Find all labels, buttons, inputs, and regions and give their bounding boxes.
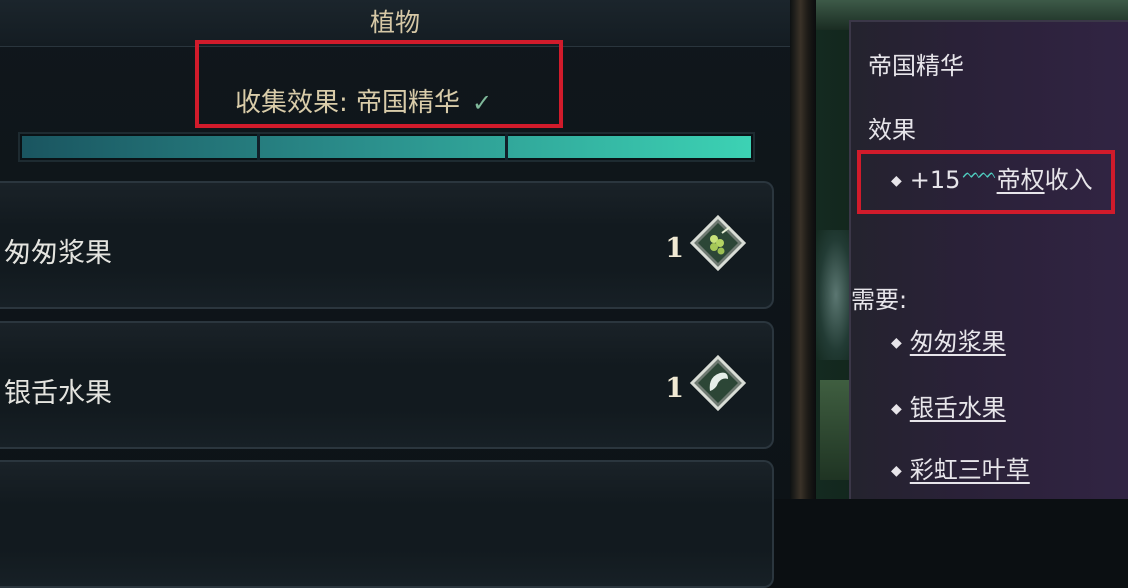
tooltip-effect-heading: 效果 [868,116,916,144]
list-item-hurried-berry[interactable]: 匆匆浆果 1 [0,181,774,309]
silvertongue-gem-icon [689,354,747,412]
tooltip-title: 帝国精华 [868,52,964,80]
plants-panel: 植物 收集效果: 帝国精华 ✓ 匆匆浆果 1 银舌水果 1 [0,0,790,588]
list-item[interactable] [0,460,774,588]
item-count: 1 [665,233,684,264]
highlight-box-collect-effect [195,40,563,128]
panel-divider [790,0,816,499]
tooltip-imperial-essence: 帝国精华 效果 ◆ +15 ᨓᨓ帝权收入 需要: ◆ 匆匆浆果 ◆ 银舌水果 ◆ 彩虹三叶… [849,20,1128,499]
highlight-box-effect [857,150,1115,214]
background-foliage [820,380,850,480]
collection-progress-bar [18,132,755,162]
item-name: 匆匆浆果 [4,238,112,269]
requirement-item: ◆ 匆匆浆果 [891,322,1006,357]
bullet-icon: ◆ [891,335,902,351]
item-name: 银舌水果 [4,378,112,409]
requirement-link[interactable]: 彩虹三叶草 [910,456,1030,484]
requirement-link[interactable]: 银舌水果 [910,394,1006,422]
list-item-silvertongue-fruit[interactable]: 银舌水果 1 [0,321,774,449]
progress-segment-divider [505,134,508,160]
tooltip-requires-heading: 需要: [851,286,908,314]
bullet-icon: ◆ [891,463,902,479]
requirement-link[interactable]: 匆匆浆果 [910,328,1006,356]
bullet-icon: ◆ [891,401,902,417]
progress-fill [22,136,751,158]
requirement-item: ◆ 彩虹三叶草 [891,450,1030,485]
requirement-item: ◆ 银舌水果 [891,388,1006,423]
progress-segment-divider [257,134,260,160]
panel-title: 植物 [369,8,420,37]
item-count: 1 [665,373,684,404]
berry-gem-icon [689,214,747,272]
